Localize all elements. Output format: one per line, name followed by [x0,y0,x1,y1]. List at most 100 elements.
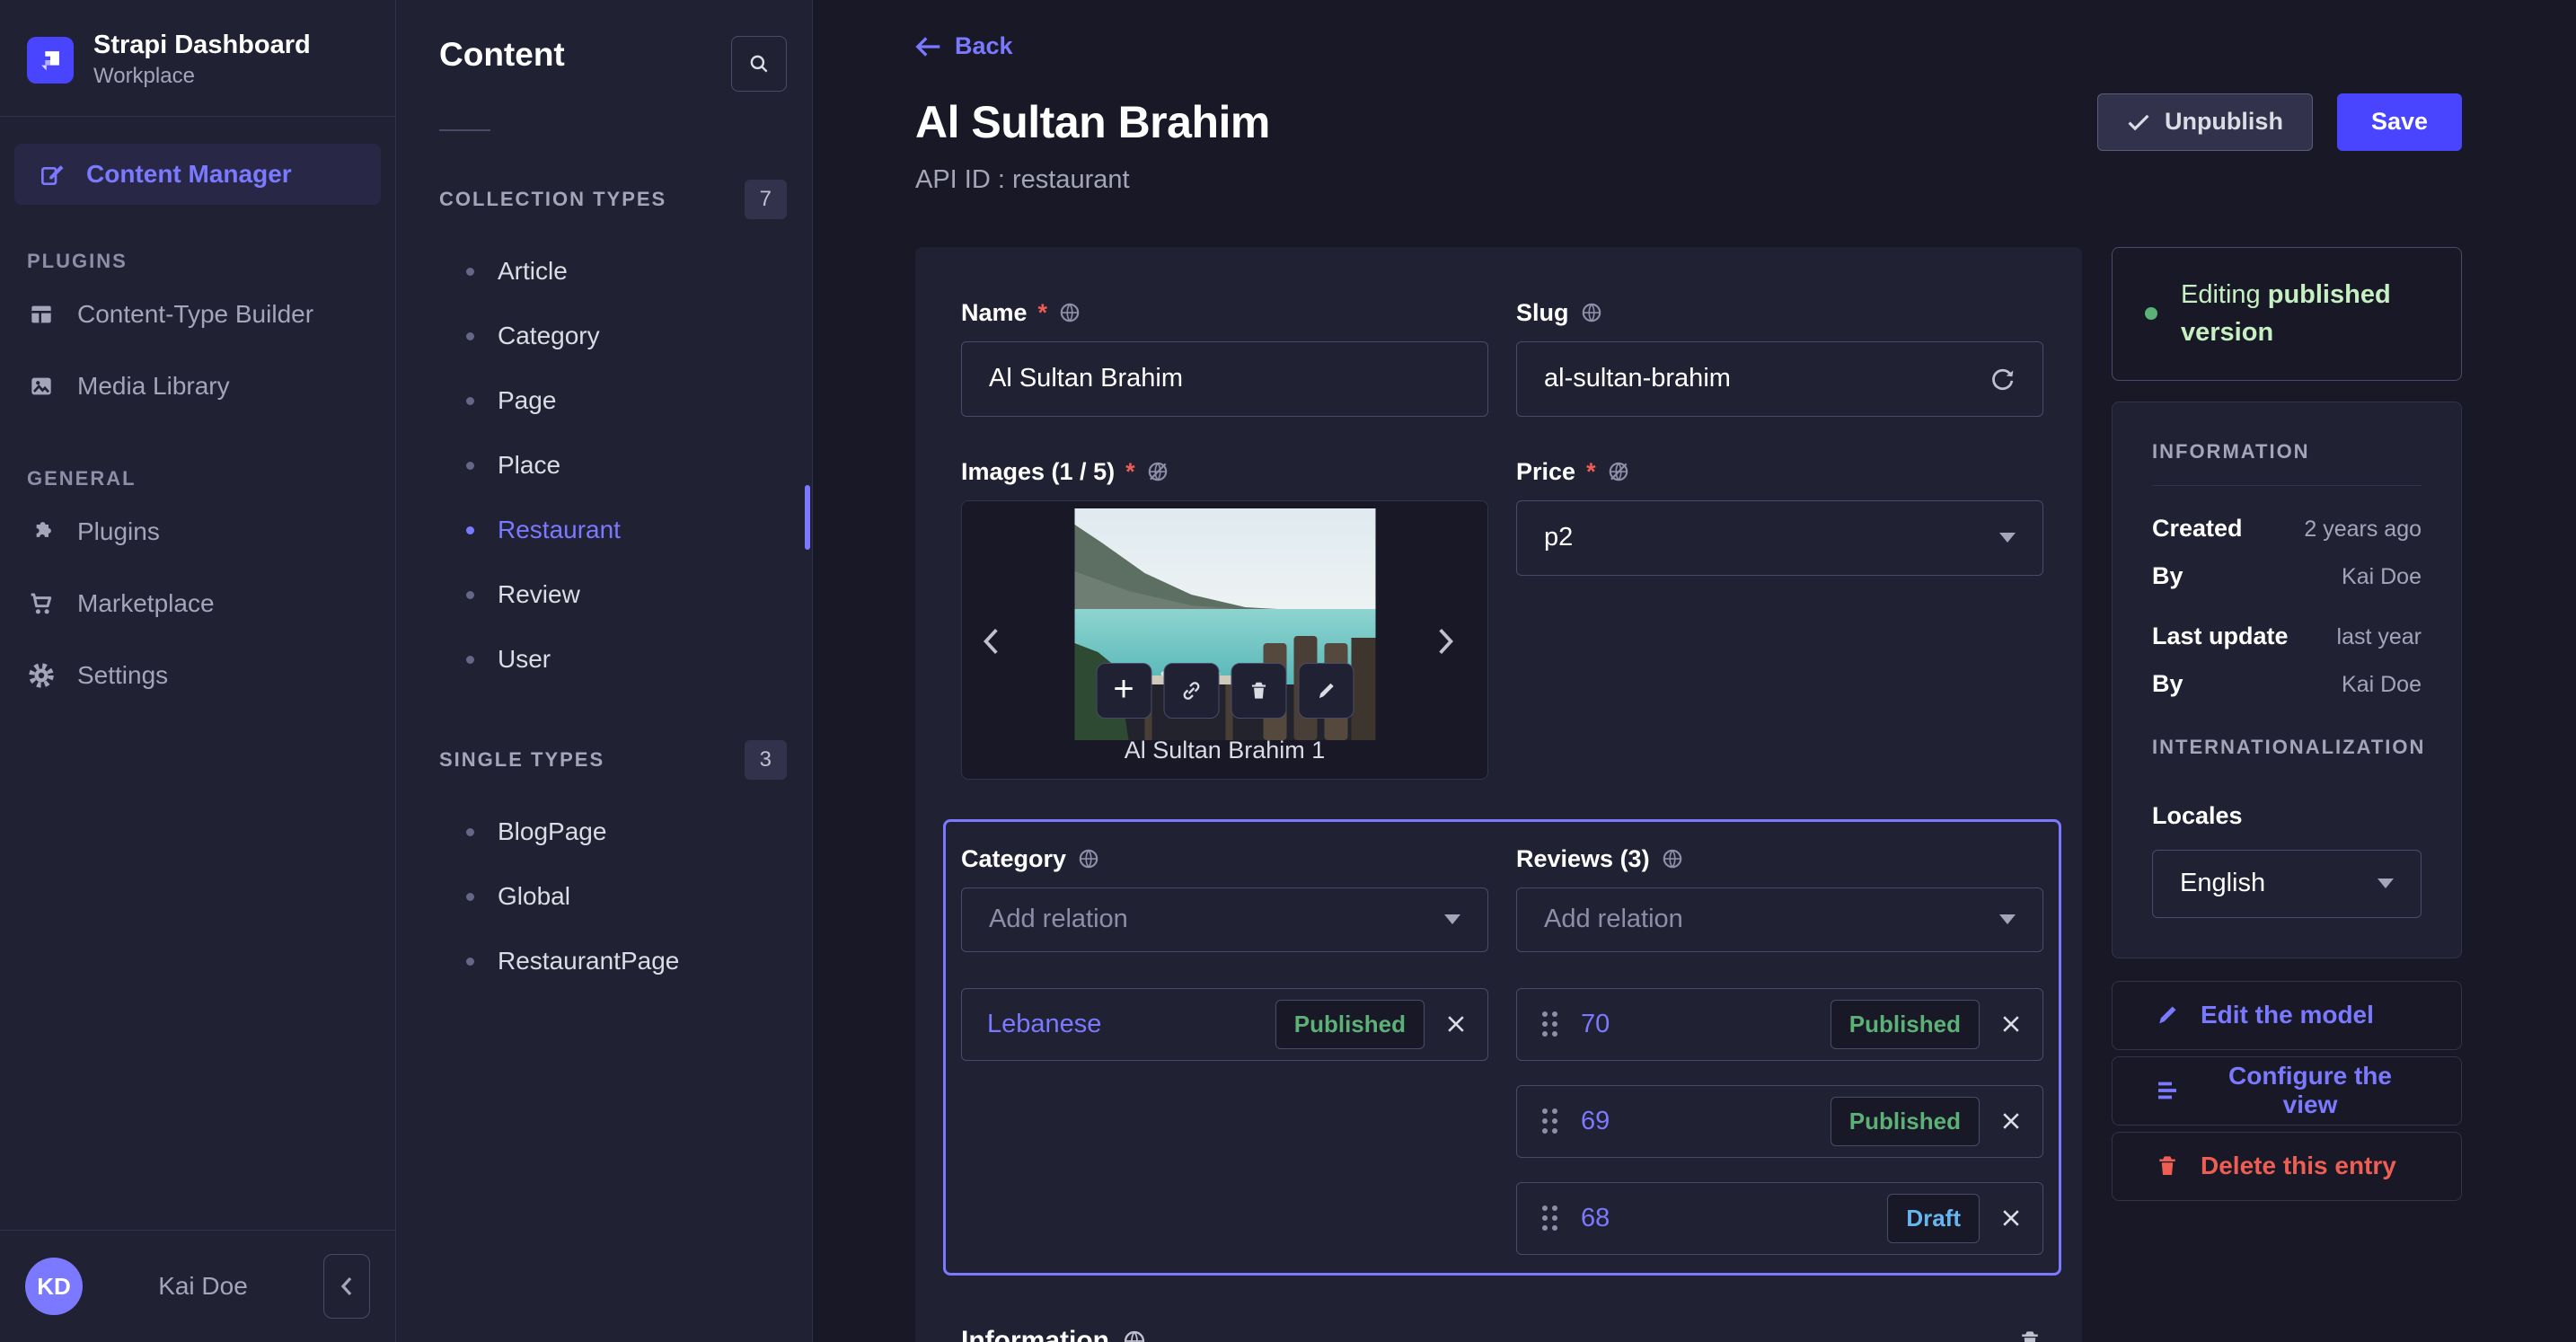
remove-relation-button[interactable] [1444,1012,1468,1036]
relation-link[interactable]: 69 [1581,1107,1831,1136]
sidebar-item-blogpage[interactable]: BlogPage [396,799,812,864]
bullet-icon [466,396,474,405]
sidebar-item-user[interactable]: User [396,627,812,692]
plus-icon: + [1113,668,1134,709]
close-icon [1444,1012,1468,1036]
review-relation-item: 69 Published [1516,1084,2043,1158]
sidebar-item-place[interactable]: Place [396,433,812,498]
relation-link[interactable]: 68 [1581,1204,1887,1233]
unpublish-button[interactable]: Unpublish [2096,93,2313,151]
remove-relation-button[interactable] [1999,1206,2023,1230]
delete-entry-button[interactable]: Delete this entry [2112,1131,2462,1201]
configure-view-button[interactable]: Configure the view [2112,1055,2462,1126]
relations-highlight-box: Category Add relation Lebanese Published [943,818,2061,1276]
image-action-toolbar: + [1096,662,1354,719]
locale-select[interactable]: English [2152,849,2422,918]
section-label-plugins: PLUGINS [27,250,128,272]
cart-icon [27,589,56,618]
delete-image-button[interactable] [1231,662,1286,719]
required-asterisk: * [1037,298,1048,326]
field-price: Price * p2 [1516,458,2043,780]
required-asterisk: * [1125,457,1135,485]
bullet-icon [466,461,474,470]
add-image-button[interactable]: + [1096,662,1151,719]
info-row-last-update: Last update last year [2152,622,2422,649]
sidebar-item-plugins[interactable]: Plugins [0,496,395,568]
divider [439,129,490,131]
bullet-icon [466,957,474,966]
drag-handle-icon[interactable] [1542,1205,1557,1231]
sidebar-item-restaurant[interactable]: Restaurant [396,498,812,562]
sidebar-item-media-library[interactable]: Media Library [0,350,395,422]
gear-icon [27,661,56,690]
sidebar-item-global[interactable]: Global [396,864,812,929]
back-link[interactable]: Back [915,32,1013,60]
globe-icon [1661,847,1684,870]
avatar[interactable]: KD [25,1258,83,1315]
globe-icon [1077,847,1100,870]
strapi-logo-icon [27,36,74,84]
scrollbar-thumb[interactable] [805,485,810,550]
sidebar-item-restaurantpage[interactable]: RestaurantPage [396,929,812,993]
save-button[interactable]: Save [2336,93,2462,151]
collapse-sidebar-button[interactable] [323,1254,370,1319]
required-asterisk: * [1586,457,1596,485]
slug-input[interactable]: al-sultan-brahim [1516,340,2043,417]
collection-types-label: COLLECTION TYPES [439,188,667,210]
link-icon [1178,678,1204,703]
info-row-updated-by: By Kai Doe [2152,669,2422,697]
carousel-next-button[interactable] [1434,620,1469,663]
drag-handle-icon[interactable] [1542,1011,1557,1037]
edit-image-button[interactable] [1298,662,1354,719]
edit-view: Back Al Sultan Brahim Unpublish Save API… [813,0,2576,1342]
copy-link-button[interactable] [1163,662,1219,719]
bullet-icon [466,827,474,836]
information-title: INFORMATION [2152,439,2310,463]
sidebar-item-settings[interactable]: Settings [0,640,395,711]
search-button[interactable] [731,36,787,92]
sidebar-item-marketplace[interactable]: Marketplace [0,568,395,640]
status-badge: Published [1830,1096,1980,1146]
workspace-brand[interactable]: Strapi Dashboard Workplace [0,0,395,116]
delete-component-button[interactable] [2016,1328,2043,1342]
status-badge: Published [1830,999,1980,1049]
status-badge: Published [1275,999,1425,1049]
main-sidebar: Strapi Dashboard Workplace Content Manag… [0,0,396,1342]
globe-icon [1122,1329,1147,1342]
entry-side-panel: Editing published version INFORMATION Cr… [2112,246,2462,1201]
price-select[interactable]: p2 [1516,499,2043,576]
sidebar-item-category[interactable]: Category [396,304,812,368]
category-relation-item: Lebanese Published [961,987,1488,1061]
pencil-icon [1314,679,1337,702]
bullet-icon [466,525,474,534]
sidebar-item-article[interactable]: Article [396,239,812,304]
category-add-relation-select[interactable]: Add relation [961,887,1488,952]
images-carousel: + Al Sultan Brahim 1 [961,499,1488,780]
field-slug: Slug al-sultan-brahim [1516,299,2043,417]
trash-icon [2016,1328,2043,1342]
single-types-list: BlogPage Global RestaurantPage [396,799,812,993]
sidebar-item-content-manager[interactable]: Content Manager [14,144,381,205]
drag-handle-icon[interactable] [1542,1108,1557,1134]
sidebar-item-review[interactable]: Review [396,562,812,627]
sidebar-item-content-type-builder[interactable]: Content-Type Builder [0,278,395,350]
version-status: Editing published version [2112,246,2462,381]
reviews-add-relation-select[interactable]: Add relation [1516,887,2043,952]
relation-link[interactable]: 70 [1581,1010,1831,1039]
remove-relation-button[interactable] [1999,1109,2023,1133]
single-types-count-badge: 3 [744,740,787,780]
name-input[interactable]: Al Sultan Brahim [961,340,1488,417]
collection-types-list: Article Category Page Place Restaurant R… [396,239,812,692]
status-badge: Draft [1887,1193,1980,1243]
remove-relation-button[interactable] [1999,1012,2023,1036]
regenerate-slug-button[interactable] [1989,366,2016,393]
relation-link[interactable]: Lebanese [987,1010,1275,1039]
edit-model-button[interactable]: Edit the model [2112,980,2462,1050]
carousel-prev-button[interactable] [980,620,1016,663]
globe-slashed-icon [1607,460,1630,483]
refresh-icon [1989,366,2016,393]
pencil-icon [2154,1002,2181,1029]
sidebar-item-page[interactable]: Page [396,368,812,433]
image-icon [27,372,56,401]
user-name: Kai Doe [158,1272,248,1300]
